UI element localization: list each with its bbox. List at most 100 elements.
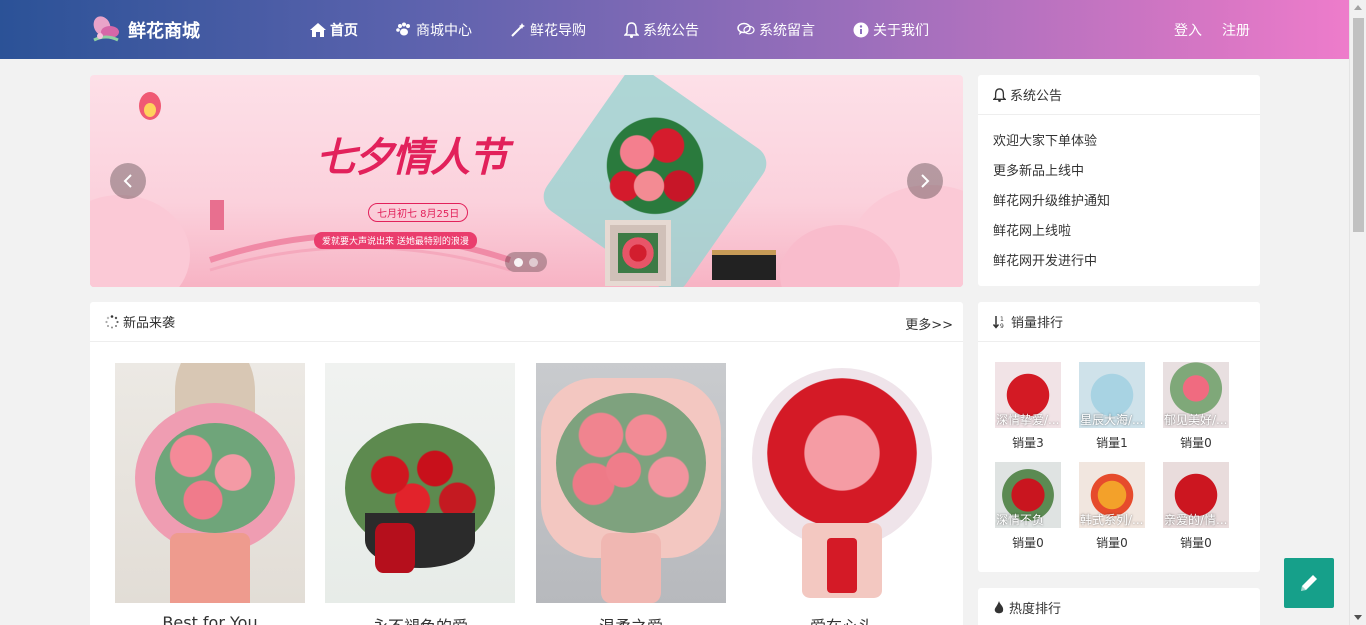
notice-panel: 系统公告 欢迎大家下单体验 更多新品上线中 鲜花网升级维护通知 鲜花网上线啦 鲜… [978, 75, 1260, 286]
banner-indicator [505, 252, 547, 272]
product-name: Best for You [162, 613, 258, 625]
banner-carousel[interactable]: 七夕情人节 七月初七 8月25日 爱就要大声说出来 送她最特别的浪漫 [90, 75, 963, 287]
paw-icon [396, 22, 410, 36]
lantern-icon [139, 92, 161, 120]
edit-fab-button[interactable] [1284, 558, 1334, 608]
product-image [747, 363, 937, 603]
sales-rank-item-name: 亲爱的/情... [1164, 513, 1228, 527]
sales-rank-item[interactable]: 星辰大海/... 销量1 [1079, 362, 1145, 451]
top-navbar: 鲜花商城 首页 商城中心 鲜花导购 系统公告 系统留言 关于我们 登入 注册 [0, 0, 1349, 59]
sales-rank-image: 星辰大海/... [1079, 362, 1145, 428]
scroll-down-arrow-icon[interactable] [1354, 615, 1362, 620]
bell-icon [624, 21, 639, 38]
product-name: 永不褪色的爱 [325, 613, 515, 625]
sales-rank-item[interactable]: 亲爱的/情... 销量0 [1163, 462, 1229, 551]
sales-rank-item-name: 韩式系列/... [1080, 513, 1144, 527]
hot-rank-header: 热度排行 [978, 588, 1260, 625]
bell-icon [993, 87, 1006, 102]
nav-notice[interactable]: 系统公告 [624, 20, 699, 40]
sales-rank-header: 19 销量排行 [978, 302, 1260, 342]
notice-item[interactable]: 鲜花网升级维护通知 [993, 187, 1245, 217]
magic-wand-icon [511, 22, 525, 37]
nav-message[interactable]: 系统留言 [737, 20, 815, 40]
sales-rank-item[interactable]: 深情挚爱/... 销量3 [995, 362, 1061, 451]
sales-rank-item[interactable]: 韩式系列/... 销量0 [1079, 462, 1145, 551]
product-name: 温柔之爱 [536, 613, 726, 625]
sales-rank-item[interactable]: 深情不负 销量0 [995, 462, 1061, 551]
nav-home-label: 首页 [330, 22, 358, 39]
login-link[interactable]: 登入 [1174, 20, 1202, 40]
sales-rank-count: 销量3 [1012, 436, 1044, 450]
sales-rank-item-name: 深情挚爱/... [996, 413, 1060, 427]
photo-frame-image [605, 220, 671, 286]
product-image [536, 363, 726, 603]
nav-home[interactable]: 首页 [310, 20, 358, 40]
sales-rank-image: 郁见美好/... [1163, 362, 1229, 428]
nav-about-label: 关于我们 [873, 22, 929, 39]
banner-dot-2[interactable] [529, 257, 538, 267]
sort-icon: 19 [993, 315, 1004, 329]
hot-rank-title: 热度排行 [1009, 602, 1062, 617]
product-card[interactable]: Best for You [115, 363, 305, 625]
notice-item[interactable]: 鲜花网开发进行中 [993, 247, 1245, 277]
sales-rank-item-name: 郁见美好/... [1164, 413, 1228, 427]
sales-rank-item-name: 深情不负 [996, 513, 1045, 527]
product-card[interactable]: 永不褪色的爱 [325, 363, 515, 625]
banner-date: 七月初七 8月25日 [368, 203, 469, 222]
chevron-left-icon [123, 174, 132, 188]
chevron-right-icon [921, 174, 930, 188]
home-icon [310, 22, 326, 37]
brand-logo[interactable]: 鲜花商城 [88, 12, 200, 48]
flower-logo-icon [88, 12, 124, 48]
sales-rank-count: 销量1 [1096, 436, 1128, 450]
sales-rank-item[interactable]: 郁见美好/... 销量0 [1163, 362, 1229, 451]
product-name: 爱在心头 [747, 613, 937, 625]
sales-rank-panel: 19 销量排行 深情挚爱/... 销量3 星辰大海/... 销量1 郁见美好/.… [978, 302, 1260, 572]
sales-rank-count: 销量0 [1180, 436, 1212, 450]
fire-icon [994, 600, 1004, 613]
product-image [115, 363, 305, 603]
banner-dot-1[interactable] [514, 257, 523, 267]
sales-rank-count: 销量0 [1180, 536, 1212, 550]
info-icon [853, 22, 869, 37]
register-link[interactable]: 注册 [1222, 20, 1250, 40]
auth-links: 登入 注册 [1154, 0, 1250, 59]
nav-about[interactable]: 关于我们 [853, 20, 929, 40]
svg-text:9: 9 [1000, 323, 1004, 329]
product-card[interactable]: 温柔之爱 [536, 363, 726, 625]
notice-header: 系统公告 [978, 75, 1260, 115]
sales-rank-image: 亲爱的/情... [1163, 462, 1229, 528]
chat-icon [737, 22, 755, 35]
sales-rank-image: 深情不负 [995, 462, 1061, 528]
nav-mall-center-label: 商城中心 [416, 22, 472, 39]
sales-rank-item-name: 星辰大海/... [1080, 413, 1144, 427]
banner-cloud [90, 195, 190, 287]
nav-mall-center[interactable]: 商城中心 [396, 20, 472, 40]
sales-rank-title: 销量排行 [1011, 316, 1064, 331]
new-products-header: 新品来袭 [90, 302, 963, 342]
banner-title: 七夕情人节 [316, 134, 508, 181]
sales-rank-count: 销量0 [1096, 536, 1128, 550]
nav-flower-guide[interactable]: 鲜花导购 [510, 20, 586, 40]
sales-rank-count: 销量0 [1012, 536, 1044, 550]
banner-prev-button[interactable] [110, 163, 146, 199]
notice-item[interactable]: 欢迎大家下单体验 [993, 127, 1245, 157]
vertical-scrollbar[interactable] [1349, 0, 1366, 625]
product-card[interactable]: 爱在心头 [747, 363, 937, 625]
notice-item[interactable]: 鲜花网上线啦 [993, 217, 1245, 247]
new-products-title: 新品来袭 [123, 316, 176, 331]
scrollbar-thumb[interactable] [1353, 18, 1364, 232]
nav-message-label: 系统留言 [759, 22, 815, 39]
notice-list: 欢迎大家下单体验 更多新品上线中 鲜花网升级维护通知 鲜花网上线啦 鲜花网开发进… [978, 115, 1260, 277]
gift-box-image [712, 250, 776, 280]
spinner-icon [105, 314, 119, 328]
notice-title: 系统公告 [1010, 89, 1063, 104]
notice-item[interactable]: 更多新品上线中 [993, 157, 1245, 187]
nav-notice-label: 系统公告 [643, 22, 699, 39]
scroll-up-arrow-icon[interactable] [1354, 5, 1362, 10]
more-link[interactable]: 更多>> [905, 314, 953, 333]
new-products-panel: 新品来袭 更多>> Best for You 永不褪色的爱 温柔之爱 [90, 302, 963, 625]
svg-text:1: 1 [1000, 316, 1004, 323]
main-nav: 首页 商城中心 鲜花导购 系统公告 系统留言 关于我们 [310, 0, 967, 59]
banner-next-button[interactable] [907, 163, 943, 199]
